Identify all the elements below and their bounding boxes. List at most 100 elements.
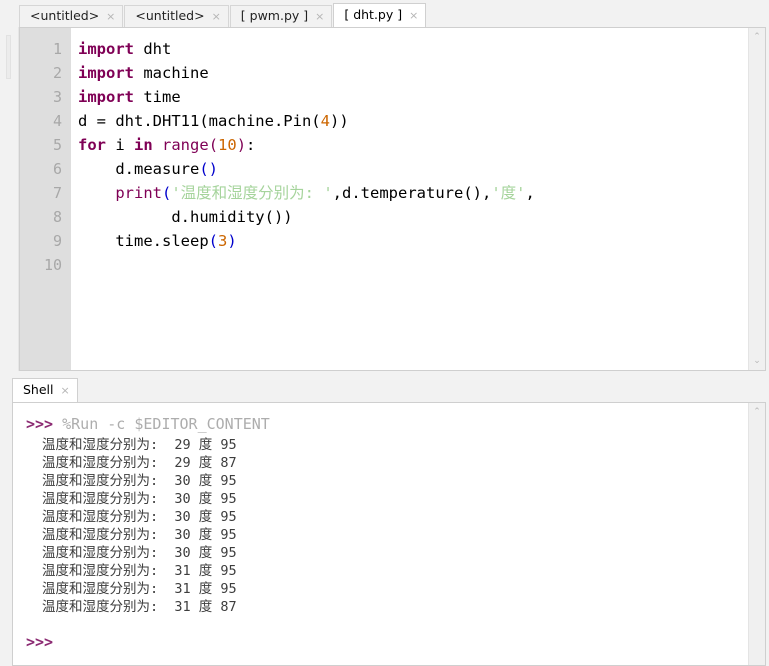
- code-token: import: [78, 88, 134, 106]
- editor-tab-bar: <untitled> × <untitled> × [ pwm.py ] × […: [0, 0, 769, 27]
- shell-output-line: 温度和湿度分别为: 30 度 95: [42, 509, 237, 525]
- code-token: '度': [491, 184, 526, 202]
- line-number: 5: [52, 136, 62, 154]
- panel-splitter-handle[interactable]: [0, 27, 19, 371]
- shell-notebook: Shell × >>> %Run -c $EDITOR_CONTENT 温度和湿度…: [0, 376, 769, 666]
- scroll-up-icon[interactable]: ⌃: [749, 29, 765, 45]
- shell-tab-label: Shell: [23, 382, 54, 398]
- code-line: print('温度和湿度分别为: ',d.temperature(),'度',: [78, 181, 765, 205]
- code-token: time.sleep: [78, 232, 209, 250]
- editor-notebook: <untitled> × <untitled> × [ pwm.py ] × […: [0, 0, 769, 371]
- close-icon[interactable]: ×: [315, 11, 324, 22]
- editor-tab-label: [ pwm.py ]: [240, 8, 309, 24]
- line-number-gutter: 1 2 3 4 5 6 7 8 9 10: [20, 28, 71, 370]
- code-token: time: [134, 88, 181, 106]
- line-number: 4: [52, 112, 62, 130]
- code-token: for: [78, 136, 106, 154]
- editor-tab-dht-py[interactable]: [ dht.py ] ×: [333, 3, 427, 27]
- editor-tab-pwm-py[interactable]: [ pwm.py ] ×: [229, 5, 333, 27]
- close-icon[interactable]: ×: [212, 11, 221, 22]
- editor-tab-label: <untitled>: [30, 8, 100, 24]
- line-number: 3: [52, 88, 62, 106]
- close-icon[interactable]: ×: [106, 11, 115, 22]
- shell-output-line: 温度和湿度分别为: 29 度 95: [42, 437, 237, 453]
- code-token: ): [227, 232, 237, 250]
- line-number: 6: [52, 160, 62, 178]
- editor-scrollbar-thumb[interactable]: [750, 45, 764, 353]
- editor-tab-label: <untitled>: [135, 8, 205, 24]
- scroll-down-icon[interactable]: ⌄: [749, 353, 765, 369]
- code-line: d.humidity()): [78, 205, 765, 229]
- code-token: i: [106, 136, 134, 154]
- code-line: for i in range(10):: [78, 133, 765, 157]
- code-token: d = dht.DHT11(machine.Pin(: [78, 112, 321, 130]
- close-icon[interactable]: ×: [409, 10, 418, 21]
- shell-input-prompt-line[interactable]: >>>: [26, 630, 748, 654]
- code-token: dht: [134, 40, 172, 58]
- code-line: time.sleep(3): [78, 229, 765, 253]
- shell-vertical-scrollbar[interactable]: ⌃: [748, 403, 765, 665]
- code-token: :: [246, 136, 256, 154]
- shell-prompt: >>>: [26, 415, 54, 433]
- shell-output-line: 温度和湿度分别为: 31 度 95: [42, 563, 237, 579]
- shell-output-line: 温度和湿度分别为: 31 度 95: [42, 581, 237, 597]
- shell-text-area[interactable]: >>> %Run -c $EDITOR_CONTENT 温度和湿度分别为: 29 …: [13, 403, 748, 665]
- editor-vertical-scrollbar[interactable]: ⌃ ⌄: [748, 28, 765, 370]
- code-token: ,d.temperature(),: [332, 184, 492, 202]
- code-line: d.measure(): [78, 157, 765, 181]
- scroll-up-icon[interactable]: ⌃: [749, 404, 765, 420]
- close-icon[interactable]: ×: [61, 385, 70, 396]
- code-line: import time: [78, 85, 765, 109]
- code-token: range: [162, 136, 209, 154]
- thonny-ide-window: <untitled> × <untitled> × [ pwm.py ] × […: [0, 0, 769, 666]
- code-line: import machine: [78, 61, 765, 85]
- shell-run-command-line: >>> %Run -c $EDITOR_CONTENT: [26, 412, 748, 436]
- line-number: 9: [52, 232, 62, 250]
- code-token: (: [208, 136, 219, 154]
- code-token: (): [199, 160, 218, 178]
- shell-scrollbar-thumb[interactable]: [750, 420, 764, 664]
- code-token: )): [329, 112, 349, 130]
- shell-output-line: 温度和湿度分别为: 31 度 87: [42, 599, 237, 615]
- code-token: machine: [134, 64, 209, 82]
- code-token: 3: [218, 232, 228, 250]
- code-token: (: [162, 184, 172, 202]
- line-number: 8: [52, 208, 62, 226]
- line-number: 2: [52, 64, 62, 82]
- line-number: 10: [43, 256, 62, 274]
- editor-tab-label: [ dht.py ]: [344, 7, 403, 23]
- shell-prompt: >>>: [26, 633, 54, 651]
- editor-tab-untitled-2[interactable]: <untitled> ×: [124, 5, 229, 27]
- shell-panel: >>> %Run -c $EDITOR_CONTENT 温度和湿度分别为: 29 …: [12, 402, 766, 666]
- editor-panel: 1 2 3 4 5 6 7 8 9 10 import dht import machine impo…: [19, 27, 766, 371]
- code-token: 4: [320, 112, 330, 130]
- editor-tab-untitled-1[interactable]: <untitled> ×: [19, 5, 124, 27]
- shell-output-line: 温度和湿度分别为: 30 度 95: [42, 545, 237, 561]
- code-token: in: [134, 136, 153, 154]
- code-token: 10: [218, 136, 237, 154]
- shell-tab-bar: Shell ×: [0, 376, 769, 402]
- shell-output-line: 温度和湿度分别为: 30 度 95: [42, 491, 237, 507]
- code-token: '温度和湿度分别为: ': [171, 184, 333, 202]
- shell-output-line: 温度和湿度分别为: 30 度 95: [42, 527, 237, 543]
- code-line: import dht: [78, 37, 765, 61]
- shell-output-line: 温度和湿度分别为: 29 度 87: [42, 455, 237, 471]
- code-token: ): [236, 136, 247, 154]
- line-number: 1: [52, 40, 62, 58]
- code-token: d.measure: [78, 160, 200, 178]
- code-token: import: [78, 64, 134, 82]
- code-token: import: [78, 40, 134, 58]
- shell-output-line: 温度和湿度分别为: 30 度 95: [42, 473, 237, 489]
- line-number: 7: [52, 184, 62, 202]
- code-token: (: [208, 232, 218, 250]
- shell-tab[interactable]: Shell ×: [12, 378, 78, 402]
- shell-run-command: %Run -c $EDITOR_CONTENT: [62, 415, 270, 433]
- code-token: d.humidity()): [78, 208, 293, 226]
- code-token: print: [115, 184, 162, 202]
- code-token: ,: [525, 184, 535, 202]
- code-line: d = dht.DHT11(machine.Pin(4)): [78, 109, 765, 133]
- code-editor-text-area[interactable]: import dht import machine import time d = d…: [71, 28, 765, 370]
